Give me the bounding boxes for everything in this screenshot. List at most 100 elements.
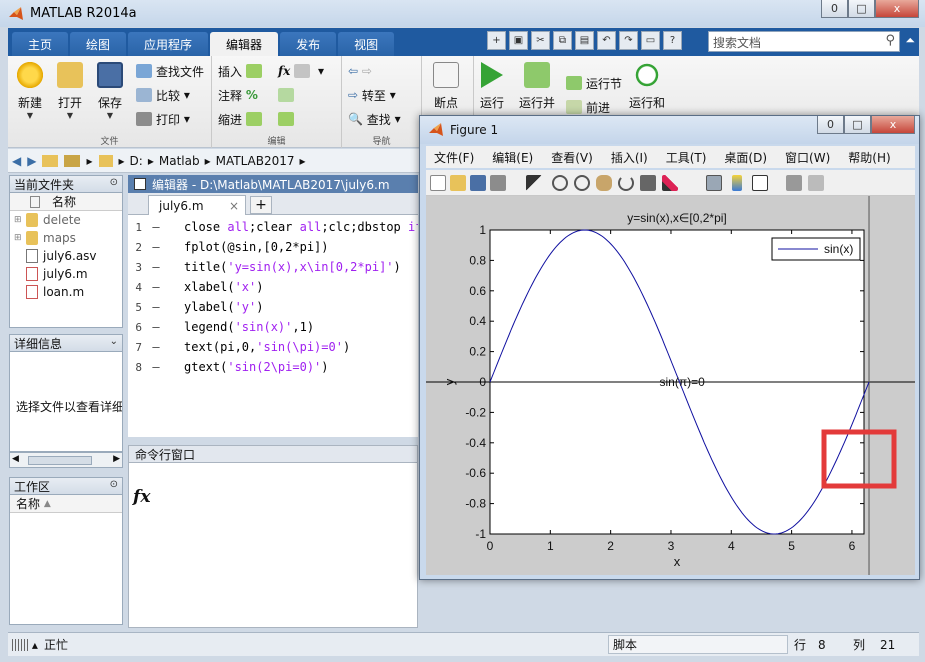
- code-line[interactable]: 1–close all;clear all;clc;dbstop if: [128, 217, 418, 237]
- code-line[interactable]: 5– ylabel('y'): [128, 297, 263, 317]
- figure-minimize-button[interactable]: 0: [817, 116, 844, 134]
- tab-publish[interactable]: 发布: [280, 32, 337, 56]
- collapse-ribbon-icon[interactable]: ⏶: [905, 33, 915, 48]
- open-button[interactable]: 打开 ▼: [50, 62, 90, 120]
- cut-icon[interactable]: ✂: [531, 31, 550, 50]
- paste-icon[interactable]: ▤: [575, 31, 594, 50]
- breakpoint-marker[interactable]: –: [142, 340, 170, 354]
- code-line[interactable]: 7– text(pi,0,'sin(\pi)=0'): [128, 337, 350, 357]
- menu-window[interactable]: 窗口(W): [785, 149, 830, 166]
- list-item[interactable]: july6.m: [10, 265, 122, 283]
- save-figure-icon[interactable]: [470, 175, 486, 191]
- goto-button[interactable]: ⇨ 转至 ▾: [348, 86, 396, 104]
- hide-plot-tools-icon[interactable]: [786, 175, 802, 191]
- data-cursor-icon[interactable]: [640, 175, 656, 191]
- find-button[interactable]: 🔍 查找 ▾: [348, 110, 401, 128]
- edit-plot-pointer-icon[interactable]: [526, 175, 542, 191]
- forward-arrow-icon[interactable]: ⇨: [362, 64, 372, 78]
- panel-menu-icon[interactable]: ⊙: [110, 177, 118, 188]
- colorbar-icon[interactable]: [732, 175, 742, 191]
- run-and-advance-button[interactable]: 运行并: [514, 62, 560, 111]
- breadcrumb-drive[interactable]: D:: [130, 154, 143, 168]
- up-folder-icon[interactable]: [42, 154, 59, 167]
- undo-icon[interactable]: ↶: [597, 31, 616, 50]
- code-line[interactable]: 2– fplot(@sin,[0,2*pi]): [128, 237, 328, 257]
- tab-view[interactable]: 视图: [338, 32, 395, 56]
- list-item[interactable]: july6.asv: [10, 247, 122, 265]
- breadcrumb-matlab2017[interactable]: MATLAB2017: [216, 154, 295, 168]
- print-button[interactable]: 打印 ▾: [136, 110, 190, 128]
- zoom-out-icon[interactable]: [574, 175, 590, 191]
- print-figure-icon[interactable]: [490, 175, 506, 191]
- breakpoint-marker[interactable]: –: [142, 280, 170, 294]
- browse-folder-icon[interactable]: [64, 154, 81, 167]
- details-scrollbar[interactable]: ◀ ▶: [9, 452, 123, 468]
- rotate-3d-icon[interactable]: [618, 175, 634, 191]
- breadcrumb-matlab[interactable]: Matlab: [159, 154, 200, 168]
- scroll-left-icon[interactable]: ◀: [12, 454, 19, 464]
- show-plot-tools-icon[interactable]: [808, 175, 824, 191]
- status-grip-icon[interactable]: ▴: [12, 635, 38, 654]
- menu-edit[interactable]: 编辑(E): [492, 149, 533, 166]
- tab-home[interactable]: 主页: [12, 32, 69, 56]
- smart-indent-button[interactable]: [278, 110, 298, 128]
- breadcrumb[interactable]: ▸ D: ▸ Matlab ▸ MATLAB2017 ▸: [119, 154, 306, 168]
- workspace-header[interactable]: 工作区 ⊙: [9, 477, 123, 495]
- copy-icon[interactable]: ⧉: [553, 31, 572, 50]
- search-docs-input[interactable]: 搜索文档 ⚲: [708, 31, 900, 52]
- zoom-in-icon[interactable]: [552, 175, 568, 191]
- expand-icon[interactable]: ⊞: [14, 215, 26, 225]
- expand-icon[interactable]: ⊞: [14, 233, 26, 243]
- close-tab-icon[interactable]: ×: [229, 199, 239, 213]
- menu-view[interactable]: 查看(V): [551, 149, 593, 166]
- figure-close-button[interactable]: x: [871, 116, 915, 134]
- breakpoint-marker[interactable]: –: [142, 240, 170, 254]
- breakpoints-button[interactable]: 断点: [426, 62, 466, 111]
- new-button[interactable]: 新建 ▼: [10, 62, 50, 120]
- advance-button[interactable]: 前进: [566, 98, 610, 116]
- menu-desktop[interactable]: 桌面(D): [724, 149, 767, 166]
- breakpoint-marker[interactable]: –: [142, 220, 170, 234]
- pan-hand-icon[interactable]: [596, 175, 612, 191]
- breakpoint-marker[interactable]: –: [142, 260, 170, 274]
- legend-icon[interactable]: [752, 175, 768, 191]
- name-column-header[interactable]: 名称: [10, 193, 122, 211]
- run-button[interactable]: 运行: [472, 62, 512, 111]
- panel-menu-icon[interactable]: ⊙: [110, 479, 118, 490]
- comment-button[interactable]: 注释 %: [218, 86, 258, 104]
- open-file-icon[interactable]: [450, 175, 466, 191]
- new-script-icon[interactable]: +: [487, 31, 506, 50]
- tab-apps[interactable]: 应用程序: [128, 32, 209, 56]
- uncomment-button[interactable]: [278, 86, 298, 104]
- new-figure-icon[interactable]: [430, 175, 446, 191]
- insert-button[interactable]: 插入: [218, 62, 266, 80]
- back-arrow-icon[interactable]: ⇦: [348, 64, 358, 78]
- forward-nav-icon[interactable]: ▶: [27, 154, 36, 168]
- switch-windows-icon[interactable]: ▭: [641, 31, 660, 50]
- code-editor[interactable]: 1–close all;clear all;clc;dbstop if2–fpl…: [128, 215, 418, 437]
- indent-button[interactable]: 缩进: [218, 110, 266, 128]
- save-icon[interactable]: ▣: [509, 31, 528, 50]
- editor-tab-july6[interactable]: july6.m ×: [148, 195, 246, 215]
- scroll-right-icon[interactable]: ▶: [113, 454, 120, 464]
- breakpoint-marker[interactable]: –: [142, 360, 170, 374]
- brush-icon[interactable]: [662, 175, 678, 191]
- menu-insert[interactable]: 插入(I): [611, 149, 648, 166]
- insert-function-button[interactable]: fx ▾: [278, 62, 324, 80]
- close-button[interactable]: x: [875, 0, 919, 18]
- details-header[interactable]: 详细信息 ⌄: [9, 334, 123, 352]
- code-line[interactable]: 4– xlabel('x'): [128, 277, 263, 297]
- back-forward-buttons[interactable]: ⇦ ⇨: [348, 62, 372, 80]
- menu-tools[interactable]: 工具(T): [666, 149, 707, 166]
- compare-button[interactable]: 比较 ▾: [136, 86, 190, 104]
- breakpoint-marker[interactable]: –: [142, 300, 170, 314]
- back-nav-icon[interactable]: ◀: [12, 154, 21, 168]
- list-item[interactable]: loan.m: [10, 283, 122, 301]
- code-line[interactable]: 3– title('y=sin(x),x\in[0,2*pi]'): [128, 257, 400, 277]
- tab-plots[interactable]: 绘图: [70, 32, 127, 56]
- link-plot-icon[interactable]: [706, 175, 722, 191]
- workspace-name-column[interactable]: 名称 ▲: [10, 495, 122, 513]
- maximize-button[interactable]: □: [848, 0, 875, 18]
- minimize-button[interactable]: 0: [821, 0, 848, 18]
- chevron-down-icon[interactable]: ⌄: [110, 336, 118, 347]
